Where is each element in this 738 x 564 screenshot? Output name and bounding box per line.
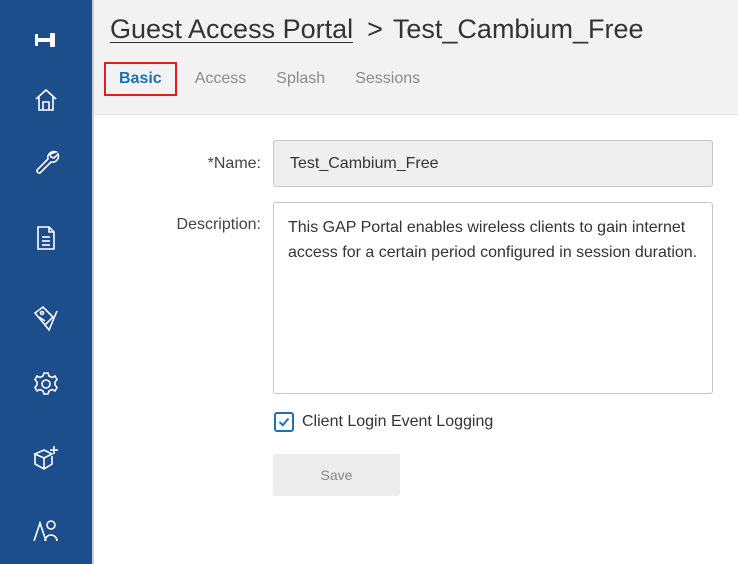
tab-basic[interactable]: Basic bbox=[104, 62, 177, 96]
tab-sessions[interactable]: Sessions bbox=[355, 64, 420, 94]
tab-splash[interactable]: Splash bbox=[276, 64, 325, 94]
tag-tool-icon[interactable] bbox=[0, 298, 92, 338]
tab-bar: Basic Access Splash Sessions bbox=[104, 62, 450, 96]
home-icon[interactable] bbox=[0, 80, 92, 120]
description-textarea[interactable]: This GAP Portal enables wireless clients… bbox=[273, 202, 713, 394]
document-icon[interactable] bbox=[0, 218, 92, 258]
logging-label: Client Login Event Logging bbox=[302, 413, 494, 430]
name-field[interactable]: Test_Cambium_Free bbox=[273, 140, 713, 187]
name-label: *Name: bbox=[207, 155, 261, 172]
add-box-icon[interactable] bbox=[0, 438, 92, 478]
pin-icon[interactable] bbox=[0, 20, 92, 60]
save-button[interactable]: Save bbox=[273, 454, 400, 496]
sidebar-nav bbox=[0, 0, 92, 564]
logging-checkbox[interactable] bbox=[274, 412, 294, 432]
tab-access[interactable]: Access bbox=[195, 64, 247, 94]
breadcrumb-separator: > bbox=[367, 14, 383, 44]
description-label: Description: bbox=[176, 216, 261, 233]
wrench-icon[interactable] bbox=[0, 142, 92, 182]
page-header: Guest Access Portal > Test_Cambium_Free … bbox=[94, 0, 738, 115]
breadcrumb-current: Test_Cambium_Free bbox=[392, 14, 644, 44]
gear-icon[interactable] bbox=[0, 364, 92, 404]
users-icon[interactable] bbox=[0, 510, 92, 550]
breadcrumb-parent-link[interactable]: Guest Access Portal bbox=[110, 14, 353, 45]
check-icon bbox=[278, 417, 290, 427]
breadcrumb: Guest Access Portal > Test_Cambium_Free bbox=[110, 14, 643, 45]
logging-checkbox-row[interactable]: Client Login Event Logging bbox=[274, 412, 493, 432]
